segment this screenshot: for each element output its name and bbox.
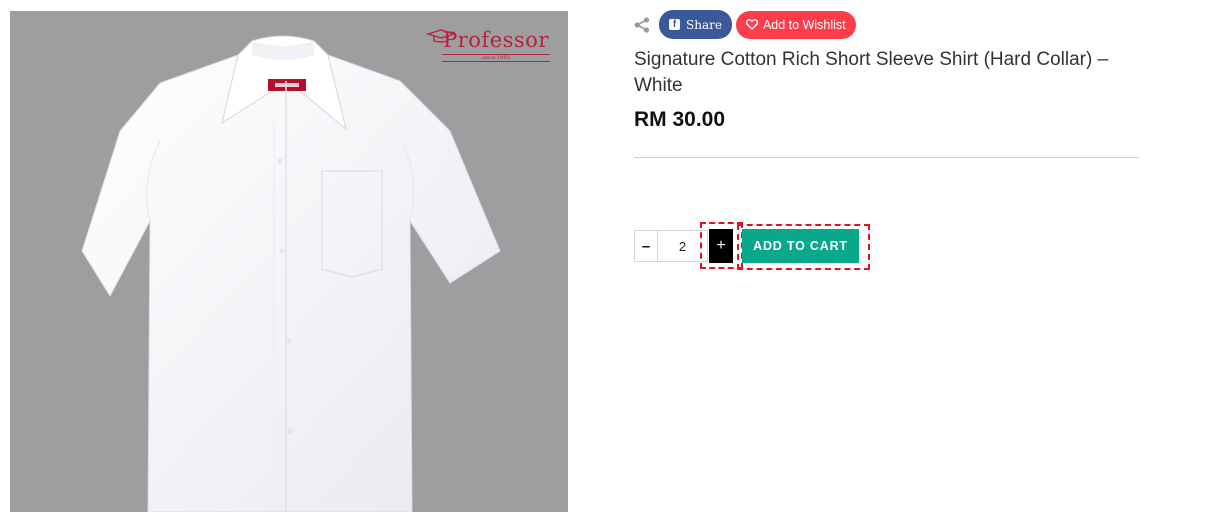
share-bar: f Share Add to Wishlist: [634, 10, 856, 39]
add-to-cart-highlight: [737, 224, 870, 270]
graduation-cap-icon: [426, 29, 456, 43]
facebook-icon: f: [669, 19, 680, 30]
share-icon[interactable]: [634, 16, 650, 33]
shirt-illustration: [81, 35, 501, 512]
facebook-share-label: Share: [686, 17, 722, 32]
quantity-decrease-button[interactable]: –: [634, 230, 658, 262]
brand-logo: Professor since 1985: [426, 29, 566, 62]
heart-icon: [745, 19, 758, 30]
brand-tagline: since 1985: [442, 54, 550, 62]
product-price: RM 30.00: [634, 108, 726, 131]
facebook-share-button[interactable]: f Share: [659, 10, 732, 39]
add-to-wishlist-button[interactable]: Add to Wishlist: [735, 10, 856, 39]
product-title: Signature Cotton Rich Short Sleeve Shirt…: [634, 49, 1109, 96]
product-image[interactable]: Professor since 1985: [10, 11, 568, 512]
divider: [634, 157, 1139, 158]
wishlist-label: Add to Wishlist: [762, 17, 846, 32]
